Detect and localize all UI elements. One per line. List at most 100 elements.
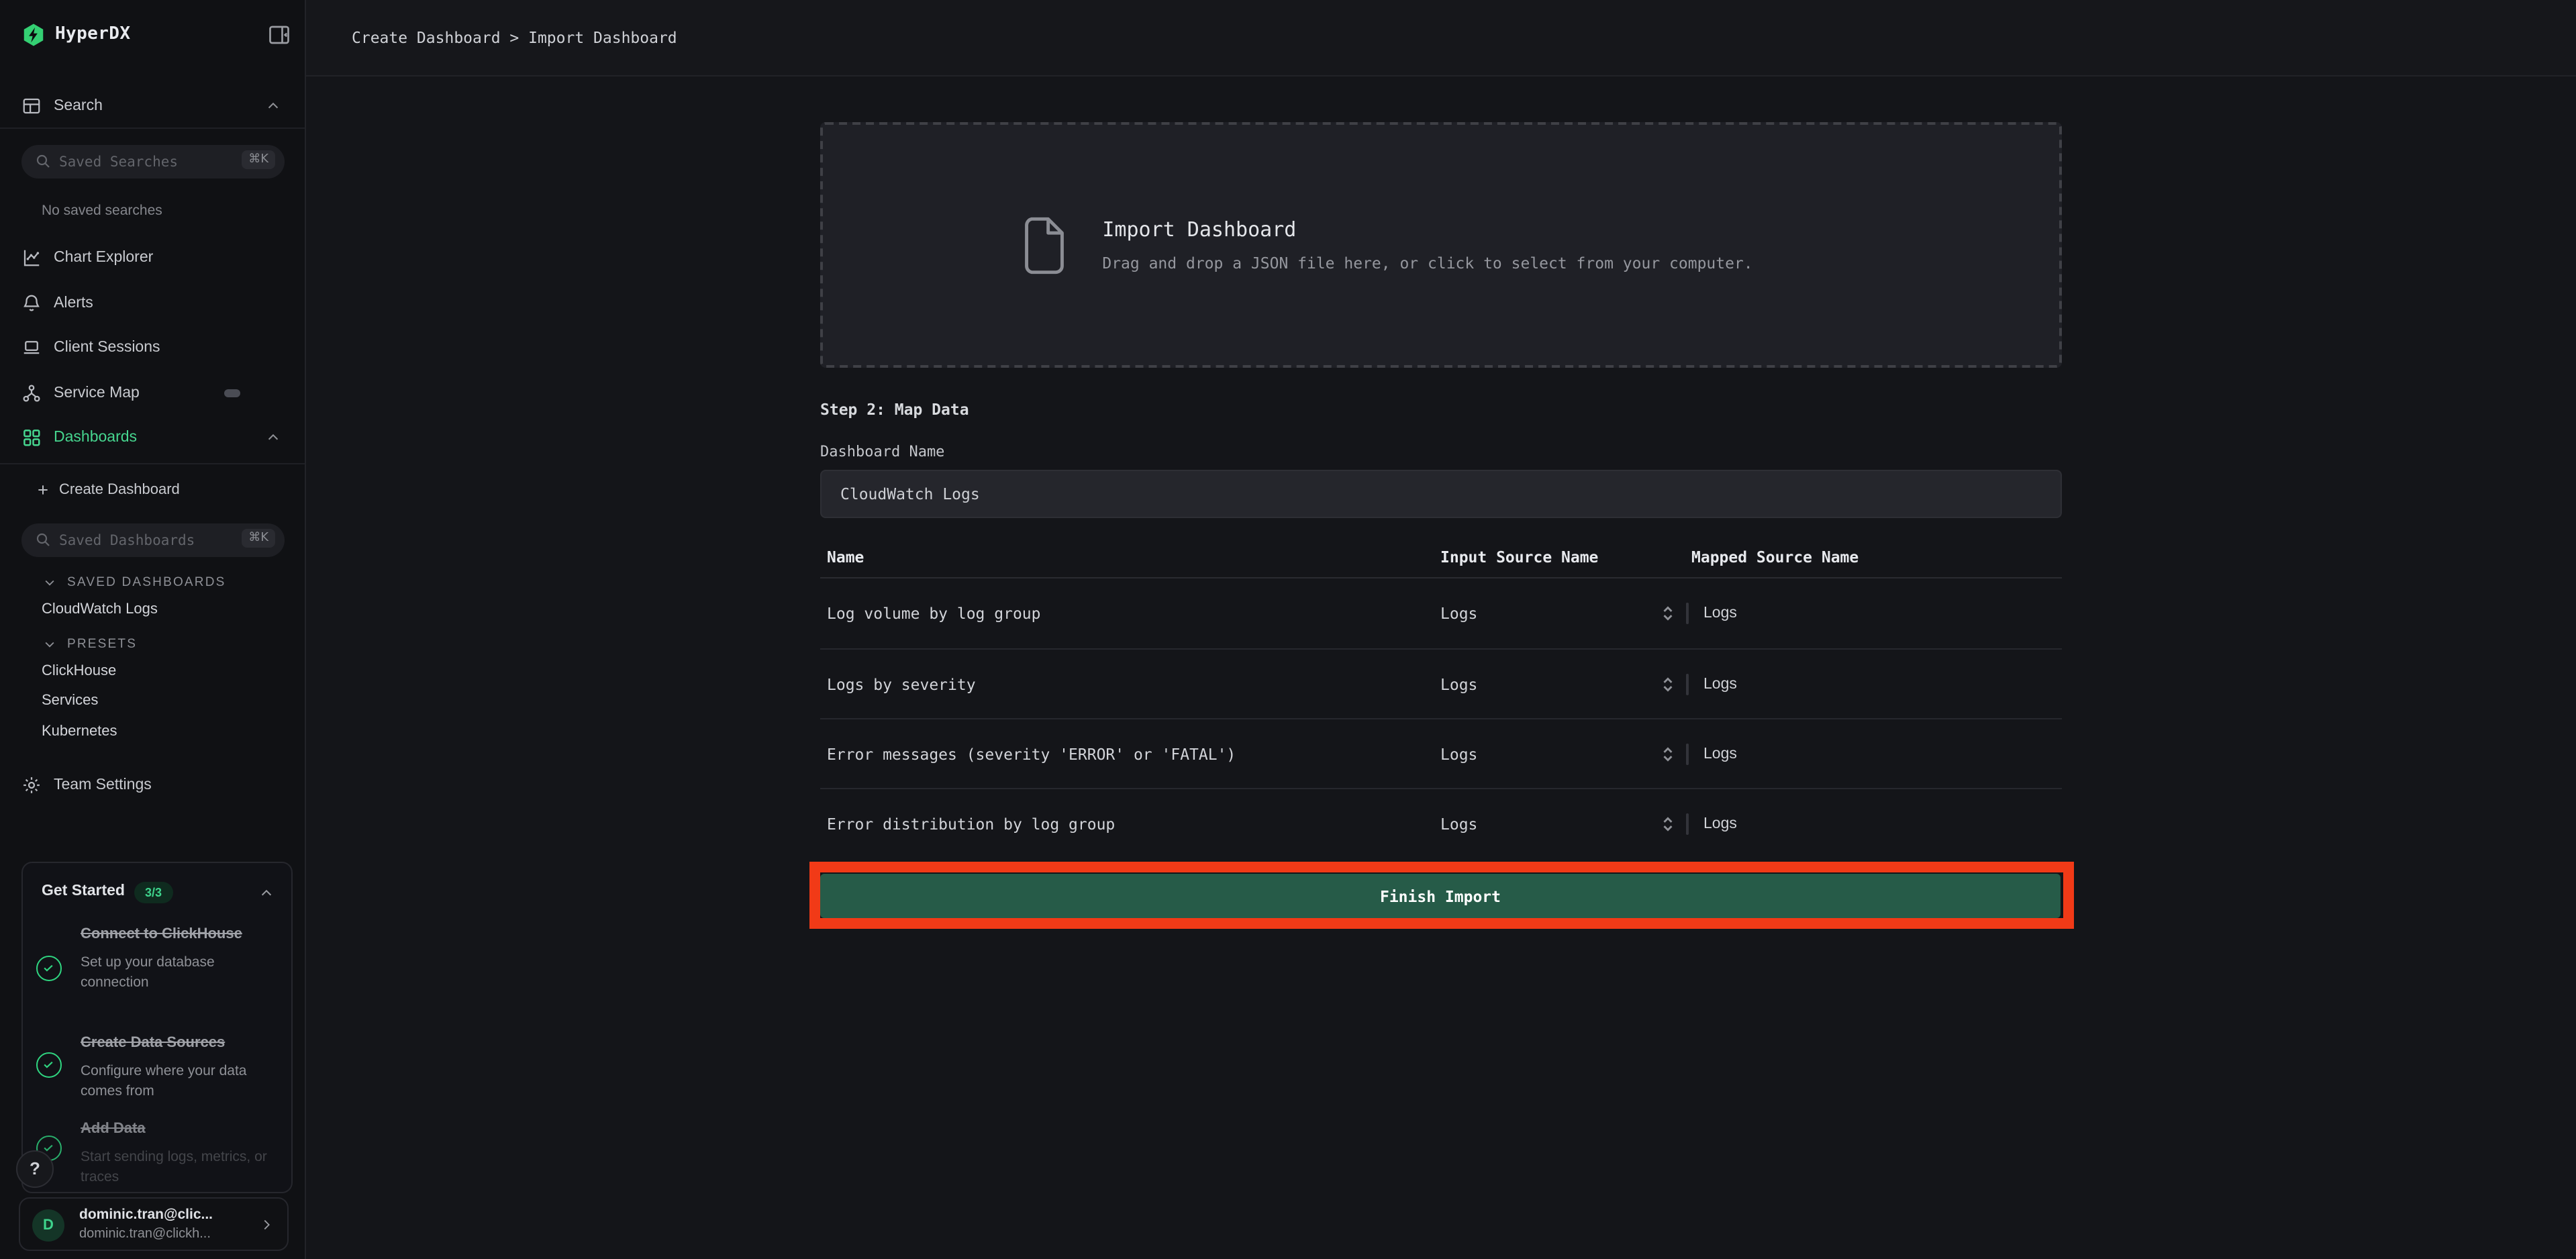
get-started-panel: Get Started 3/3 Connect to ClickHouse Se…: [21, 862, 293, 1193]
sidebar-item-alerts[interactable]: Alerts: [0, 281, 305, 325]
sidebar-item-label: Alerts: [54, 295, 93, 311]
section-header-label: PRESETS: [67, 637, 137, 652]
select-caret-icon: [1661, 603, 1675, 623]
dashboards-grid-icon: [21, 427, 42, 447]
section-presets[interactable]: PRESETS: [0, 635, 305, 654]
table-row: Logs by severity Logs Logs: [820, 648, 2062, 718]
import-dropzone[interactable]: Import Dashboard Drag and drop a JSON fi…: [820, 122, 2062, 368]
get-started-progress-badge: 3/3: [134, 882, 172, 903]
brand-name: HyperDX: [55, 24, 130, 44]
app-root: HyperDX Search Saved Searches ⌘K No save…: [0, 0, 2576, 1259]
search-icon: [35, 153, 51, 169]
collapse-sidebar-icon[interactable]: [267, 23, 291, 47]
chevron-up-icon: [266, 430, 281, 444]
mapped-source-cell: Logs: [1685, 744, 2062, 763]
help-button[interactable]: ?: [16, 1150, 54, 1188]
get-started-item-title: Create Data Sources: [81, 1034, 285, 1054]
input-source-name: Logs: [1434, 814, 1685, 833]
file-icon: [1022, 215, 1067, 274]
dropzone-text: Import Dashboard Drag and drop a JSON fi…: [1102, 217, 1752, 272]
gear-icon: [21, 774, 42, 795]
breadcrumb: Create Dashboard > Import Dashboard: [352, 28, 677, 47]
select-value: Logs: [1703, 676, 1737, 692]
user-email: dominic.tran@clickh...: [79, 1227, 211, 1242]
mapped-source-cell: Logs: [1685, 814, 2062, 833]
table-row: Error messages (severity 'ERROR' or 'FAT…: [820, 718, 2062, 788]
get-started-item-desc: Start sending logs, metrics, or traces: [81, 1147, 285, 1189]
chevron-up-icon[interactable]: [259, 886, 274, 901]
sidebar-item-chart-explorer[interactable]: Chart Explorer: [0, 235, 305, 279]
get-started-item-desc: Set up your database connection: [81, 952, 285, 994]
get-started-header[interactable]: Get Started 3/3: [23, 879, 291, 909]
sidebar-preset-kubernetes[interactable]: Kubernetes: [42, 723, 117, 740]
sidebar-dashboard-cloudwatch-logs[interactable]: CloudWatch Logs: [42, 601, 158, 617]
dropzone-subtitle: Drag and drop a JSON file here, or click…: [1102, 254, 1752, 272]
select-value: Logs: [1703, 605, 1737, 621]
sidebar-item-label: Client Sessions: [54, 339, 160, 355]
chart-name: Log volume by log group: [820, 604, 1434, 623]
mapped-source-select[interactable]: Logs: [1686, 673, 1689, 695]
search-section-icon: [21, 95, 42, 115]
plus-icon: [36, 483, 50, 497]
chart-name: Logs by severity: [820, 674, 1434, 693]
create-dashboard-label: Create Dashboard: [59, 482, 180, 498]
column-header-name: Name: [820, 548, 1434, 566]
create-dashboard-button[interactable]: Create Dashboard: [0, 472, 305, 507]
step-heading: Step 2: Map Data: [820, 400, 969, 419]
dropzone-title: Import Dashboard: [1102, 217, 1752, 242]
chevron-down-icon: [43, 576, 56, 589]
get-started-item-title: Connect to ClickHouse: [81, 925, 285, 946]
select-value: Logs: [1703, 746, 1737, 762]
chart-name: Error messages (severity 'ERROR' or 'FAT…: [820, 744, 1434, 763]
finish-import-button[interactable]: Finish Import: [820, 874, 2061, 918]
saved-dashboards-placeholder: Saved Dashboards: [59, 532, 195, 548]
sidebar-item-service-map[interactable]: Service Map: [0, 370, 305, 415]
dashboard-name-input[interactable]: [820, 470, 2062, 518]
get-started-title: Get Started: [42, 883, 125, 899]
laptop-icon: [21, 337, 42, 357]
no-saved-searches-note: No saved searches: [42, 203, 162, 219]
column-header-input-source: Input Source Name: [1434, 548, 1685, 566]
avatar: D: [32, 1209, 64, 1242]
table-row: Log volume by log group Logs Logs: [820, 578, 2062, 648]
shortcut-badge: ⌘K: [242, 529, 275, 548]
service-map-icon: [21, 383, 42, 403]
column-header-mapped-source: Mapped Source Name: [1685, 548, 2062, 566]
get-started-item[interactable]: Create Data Sources Configure where your…: [81, 1034, 285, 1103]
table-header-row: Name Input Source Name Mapped Source Nam…: [820, 537, 2062, 578]
get-started-item-title: Add Data: [81, 1119, 285, 1140]
sidebar-item-dashboards[interactable]: Dashboards: [0, 415, 305, 459]
hyperdx-logo-icon: [21, 23, 46, 47]
user-account-button[interactable]: D dominic.tran@clic... dominic.tran@clic…: [19, 1197, 289, 1251]
mapped-source-select[interactable]: Logs: [1686, 813, 1689, 834]
get-started-item[interactable]: Add Data Start sending logs, metrics, or…: [81, 1119, 285, 1189]
sidebar-preset-clickhouse[interactable]: ClickHouse: [42, 663, 116, 679]
get-started-item[interactable]: Connect to ClickHouse Set up your databa…: [81, 925, 285, 994]
sidebar-item-client-sessions[interactable]: Client Sessions: [0, 325, 305, 369]
dashboard-name-label: Dashboard Name: [820, 443, 944, 460]
beta-badge: [224, 389, 240, 397]
chevron-right-icon: [259, 1217, 274, 1232]
section-header-label: SAVED DASHBOARDS: [67, 575, 226, 590]
bell-icon: [21, 293, 42, 313]
sidebar: HyperDX Search Saved Searches ⌘K No save…: [0, 0, 306, 1259]
input-source-name: Logs: [1434, 604, 1685, 623]
chevron-up-icon: [266, 98, 281, 113]
saved-searches-input[interactable]: Saved Searches ⌘K: [21, 145, 285, 179]
sidebar-item-label: Dashboards: [54, 429, 137, 445]
saved-dashboards-input[interactable]: Saved Dashboards ⌘K: [21, 523, 285, 557]
saved-searches-placeholder: Saved Searches: [59, 154, 178, 170]
get-started-item-desc: Configure where your data comes from: [81, 1061, 285, 1103]
section-saved-dashboards[interactable]: SAVED DASHBOARDS: [0, 573, 305, 592]
chart-name: Error distribution by log group: [820, 814, 1434, 833]
source-mapping-table: Name Input Source Name Mapped Source Nam…: [820, 537, 2062, 858]
sidebar-item-search[interactable]: Search: [0, 83, 305, 128]
mapped-source-select[interactable]: Logs: [1686, 603, 1689, 624]
mapped-source-select[interactable]: Logs: [1686, 743, 1689, 764]
select-caret-icon: [1661, 813, 1675, 834]
sidebar-preset-services[interactable]: Services: [42, 693, 98, 709]
check-circle-icon: [36, 1052, 62, 1078]
sidebar-item-label: Chart Explorer: [54, 249, 153, 265]
sidebar-item-team-settings[interactable]: Team Settings: [0, 762, 305, 807]
select-caret-icon: [1661, 674, 1675, 694]
